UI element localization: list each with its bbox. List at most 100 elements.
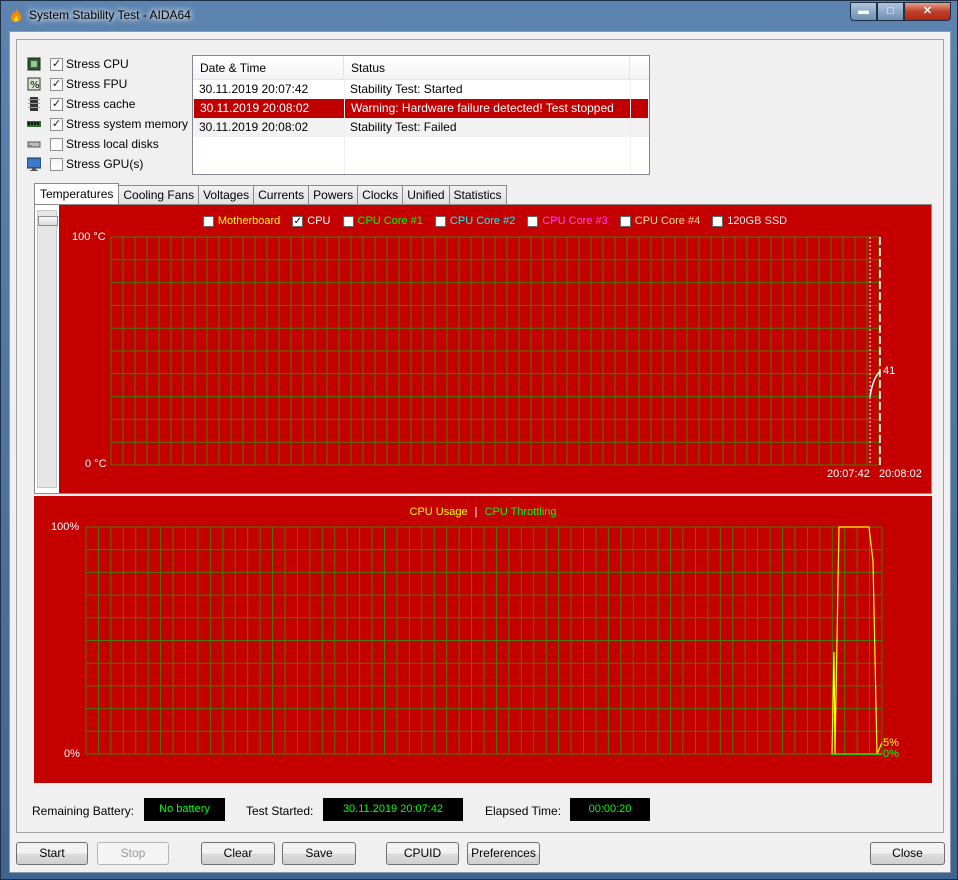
stress-disks-checkbox[interactable] — [50, 137, 63, 151]
tab-voltages[interactable]: Voltages — [199, 185, 255, 205]
time-start-label: 20:07:42 — [827, 468, 870, 480]
legend-checkbox[interactable] — [342, 215, 354, 227]
legend-cpu-core-4[interactable]: CPU Core #4 — [619, 215, 701, 227]
stress-memory-checkbox[interactable]: ✓ — [50, 117, 63, 131]
log-row-warning[interactable]: 30.11.2019 20:08:02 Warning: Hardware fa… — [194, 99, 648, 118]
temperature-legend: Motherboard ✓ CPU CPU Core #1 CPU Core #… — [59, 215, 931, 227]
stress-option-memory[interactable]: ✓ Stress system memory — [27, 114, 188, 134]
tab-unified[interactable]: Unified — [403, 185, 450, 205]
cpu-chip-icon — [27, 57, 41, 71]
stress-memory-label: Stress system memory — [66, 117, 189, 131]
tab-statistics[interactable]: Statistics — [449, 185, 507, 205]
legend-label: CPU — [307, 215, 331, 227]
tab-temperatures[interactable]: Temperatures — [34, 183, 120, 205]
log-date: 30.11.2019 20:08:02 — [199, 120, 309, 134]
legend-checkbox[interactable] — [619, 215, 631, 227]
legend-cpu-core-2[interactable]: CPU Core #2 — [434, 215, 516, 227]
battery-label: Remaining Battery: — [32, 804, 135, 818]
app-window: System Stability Test - AIDA64 ▬ □ ✕ ✓ S… — [0, 0, 958, 880]
window-controls: ▬ □ ✕ — [850, 2, 951, 21]
stress-fpu-label: Stress FPU — [66, 77, 128, 91]
clear-button[interactable]: Clear — [201, 842, 275, 865]
elapsed-time-value: 00:00:20 — [570, 798, 650, 821]
temperature-chart: Motherboard ✓ CPU CPU Core #1 CPU Core #… — [59, 205, 931, 493]
stress-cpu-label: Stress CPU — [66, 57, 129, 71]
stress-option-fpu[interactable]: % ✓ Stress FPU — [27, 74, 188, 94]
y-axis-max-label: 100 °C — [72, 231, 106, 243]
legend-label: CPU Core #4 — [634, 215, 701, 227]
stop-button[interactable]: Stop — [97, 842, 169, 865]
window-title: System Stability Test - AIDA64 — [29, 8, 191, 22]
legend-checkbox[interactable] — [527, 215, 539, 227]
tab-clocks[interactable]: Clocks — [358, 185, 404, 205]
fpu-percent-icon: % — [27, 77, 41, 91]
aida64-flame-icon — [10, 8, 22, 22]
cpuid-button[interactable]: CPUID — [386, 842, 459, 865]
stress-gpu-checkbox[interactable] — [50, 157, 63, 171]
test-started-label: Test Started: — [246, 804, 314, 818]
tab-powers[interactable]: Powers — [309, 185, 359, 205]
cpu-throttling-value-label: 0% — [883, 748, 899, 760]
legend-ssd[interactable]: 120GB SSD — [712, 215, 787, 227]
log-header: Date & Time Status — [193, 56, 649, 80]
title-bar[interactable]: System Stability Test - AIDA64 ▬ □ ✕ — [1, 1, 957, 29]
legend-cpu-usage: CPU Usage — [409, 506, 468, 518]
stress-cache-checkbox[interactable]: ✓ — [50, 97, 63, 111]
battery-value: No battery — [144, 798, 225, 821]
legend-label: 120GB SSD — [727, 215, 788, 227]
legend-separator: | — [474, 506, 478, 518]
monitor-gpu-icon — [27, 157, 41, 171]
y-axis-max-label: 100% — [51, 521, 80, 533]
log-column-divider — [344, 80, 345, 174]
column-header-date[interactable]: Date & Time — [193, 56, 344, 80]
stress-options: ✓ Stress CPU % ✓ Stress FPU ✓ Stress cac… — [27, 54, 188, 174]
legend-checkbox[interactable]: ✓ — [292, 215, 304, 227]
stress-option-disks[interactable]: Stress local disks — [27, 134, 188, 154]
minimize-button[interactable]: ▬ — [850, 2, 877, 21]
save-button[interactable]: Save — [282, 842, 356, 865]
stress-fpu-checkbox[interactable]: ✓ — [50, 77, 63, 91]
stress-disks-label: Stress local disks — [66, 137, 159, 151]
legend-checkbox[interactable] — [434, 215, 446, 227]
close-window-button[interactable]: ✕ — [904, 2, 951, 21]
svg-text:%: % — [30, 80, 40, 91]
stress-gpu-label: Stress GPU(s) — [66, 157, 144, 171]
preferences-button[interactable]: Preferences — [467, 842, 540, 865]
graph-scale-slider[interactable] — [37, 210, 58, 488]
disk-drive-icon — [27, 141, 41, 148]
time-end-label: 20:08:02 — [879, 468, 922, 480]
client-area: ✓ Stress CPU % ✓ Stress FPU ✓ Stress cac… — [9, 31, 951, 873]
stress-option-cache[interactable]: ✓ Stress cache — [27, 94, 188, 114]
tab-cooling-fans[interactable]: Cooling Fans — [119, 185, 200, 205]
legend-label: Motherboard — [217, 215, 281, 227]
stress-option-cpu[interactable]: ✓ Stress CPU — [27, 54, 188, 74]
slider-thumb[interactable] — [38, 216, 58, 226]
stress-option-gpu[interactable]: Stress GPU(s) — [27, 154, 188, 174]
cache-chip-icon — [28, 97, 40, 111]
legend-motherboard[interactable]: Motherboard — [202, 215, 281, 227]
test-started-value: 30.11.2019 20:07:42 — [323, 798, 463, 821]
close-button[interactable]: Close — [870, 842, 945, 865]
log-row[interactable]: 30.11.2019 20:07:42 Stability Test: Star… — [193, 80, 649, 99]
memory-module-icon — [27, 121, 41, 127]
legend-cpu-core-1[interactable]: CPU Core #1 — [342, 215, 423, 227]
column-header-status[interactable]: Status — [344, 56, 630, 80]
legend-label: CPU Core #2 — [449, 215, 516, 227]
log-row[interactable]: 30.11.2019 20:08:02 Stability Test: Fail… — [193, 118, 649, 137]
legend-checkbox[interactable] — [202, 215, 214, 227]
event-log[interactable]: Date & Time Status 30.11.2019 20:07:42 S… — [192, 55, 650, 175]
legend-checkbox[interactable] — [712, 215, 724, 227]
start-button[interactable]: Start — [16, 842, 88, 865]
legend-cpu[interactable]: ✓ CPU — [292, 215, 331, 227]
legend-label: CPU Core #1 — [357, 215, 423, 227]
legend-cpu-core-3[interactable]: CPU Core #3 — [527, 215, 608, 227]
elapsed-time-label: Elapsed Time: — [485, 804, 562, 818]
log-column-divider — [630, 80, 631, 174]
usage-legend: CPU Usage | CPU Throttling — [34, 506, 932, 518]
maximize-button[interactable]: □ — [877, 2, 904, 21]
sensor-tabs: Temperatures Cooling Fans Voltages Curre… — [34, 183, 507, 205]
log-status: Warning: Hardware failure detected! Test… — [351, 101, 614, 115]
stress-cpu-checkbox[interactable]: ✓ — [50, 57, 63, 71]
tab-currents[interactable]: Currents — [254, 185, 310, 205]
y-axis-min-label: 0% — [64, 748, 80, 760]
